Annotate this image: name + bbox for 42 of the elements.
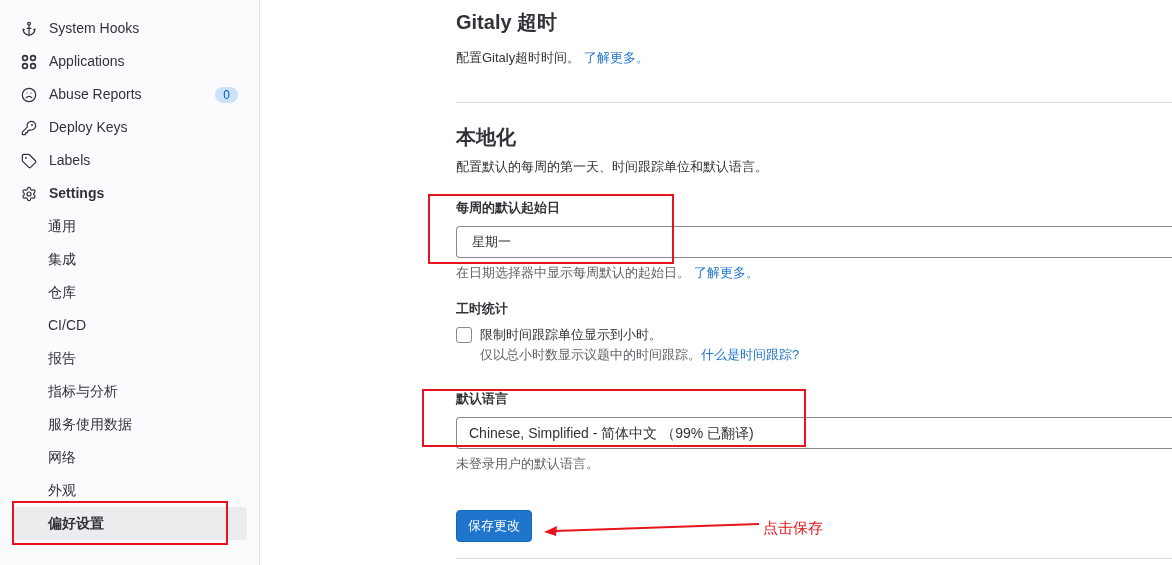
- field-label: 工时统计: [456, 301, 509, 317]
- sidebar-subitem[interactable]: 集成: [12, 243, 247, 276]
- sidebar-item[interactable]: Settings: [12, 177, 247, 210]
- checkbox-label: 限制时间跟踪单位显示到小时。: [480, 327, 662, 343]
- learn-more-link[interactable]: 了解更多。: [583, 50, 649, 65]
- sidebar-subitem[interactable]: 外观: [12, 474, 247, 507]
- sidebar-subitem[interactable]: 服务使用数据: [12, 408, 247, 441]
- sidebar-subitem[interactable]: 指标与分析: [12, 375, 247, 408]
- anchor-icon: [21, 20, 37, 37]
- language-select[interactable]: Chinese, Simplified - 简体中文 （99% 已翻译): [456, 417, 1172, 449]
- key-icon: [21, 119, 37, 136]
- sidebar-subitem[interactable]: 网络: [12, 441, 247, 474]
- tag-icon: [21, 152, 37, 169]
- learn-more-link[interactable]: 了解更多。: [693, 265, 759, 280]
- section-description: 配置Gitaly超时时间。 了解更多。: [456, 50, 650, 66]
- field-label: 每周的默认起始日: [456, 200, 561, 216]
- sidebar-item[interactable]: System Hooks: [12, 12, 247, 45]
- help-text: 未登录用户的默认语言。: [456, 456, 600, 472]
- field-label: 默认语言: [456, 391, 509, 407]
- sidebar-subitem[interactable]: 报告: [12, 342, 247, 375]
- count-badge: 0: [215, 86, 238, 103]
- sidebar-item[interactable]: Abuse Reports 0: [12, 78, 247, 111]
- weekday-select[interactable]: 星期一: [456, 226, 1172, 258]
- help-text: 仅以总小时数显示议题中的时间跟踪。什么是时间跟踪?: [479, 347, 801, 363]
- sidebar-subitem[interactable]: 通用: [12, 210, 247, 243]
- annotation-text: 点击保存: [763, 518, 823, 538]
- help-text: 在日期选择器中显示每周默认的起始日。 了解更多。: [456, 265, 760, 281]
- save-button[interactable]: 保存更改: [456, 510, 532, 542]
- sidebar-item[interactable]: Labels: [12, 144, 247, 177]
- sidebar-subitem[interactable]: 仓库: [12, 276, 247, 309]
- frown-icon: [21, 86, 37, 103]
- sidebar-item[interactable]: Applications: [12, 45, 247, 78]
- grid-icon: [21, 53, 37, 70]
- settings-icon: [21, 185, 37, 202]
- section-description: 配置默认的每周的第一天、时间跟踪单位和默认语言。: [456, 159, 769, 175]
- section-title: Gitaly 超时: [456, 10, 559, 35]
- section-title: 本地化: [456, 125, 517, 150]
- sidebar-item[interactable]: Deploy Keys: [12, 111, 247, 144]
- time-tracking-link[interactable]: 什么是时间跟踪?: [701, 347, 800, 362]
- sidebar-subitem[interactable]: CI/CD: [12, 309, 247, 342]
- checkbox[interactable]: [456, 327, 472, 343]
- sidebar-subitem[interactable]: 偏好设置: [12, 507, 247, 540]
